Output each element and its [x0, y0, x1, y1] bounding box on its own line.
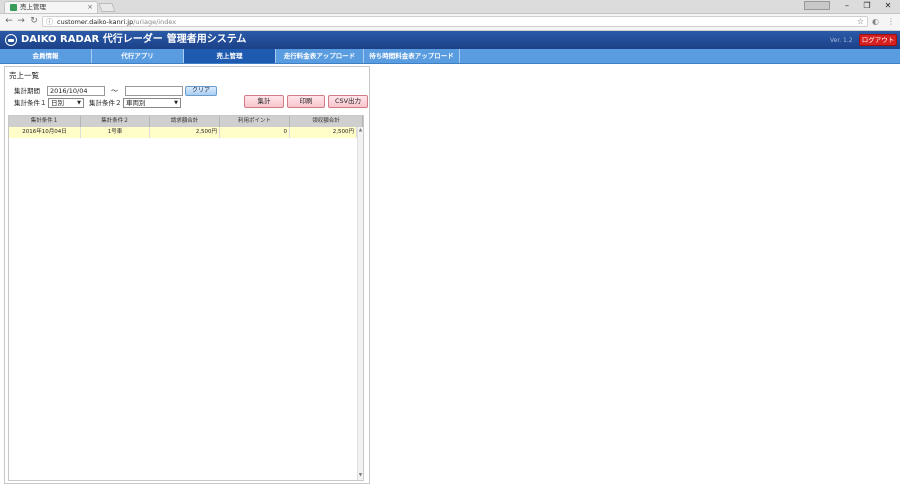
menu-icon[interactable]: ⋮ [887, 17, 895, 27]
period-label: 集計期間 [14, 87, 40, 95]
minimize-button[interactable]: – [836, 0, 858, 12]
info-icon[interactable]: ⓘ [46, 17, 53, 27]
url-host: customer.daiko-kanri.jp [57, 18, 134, 26]
browser-toolbar: ← → ↻ ⓘ customer.daiko-kanri.jp/uriage/i… [0, 14, 900, 31]
tab-title: 売上管理 [20, 3, 46, 11]
condition1-value: 日別 [51, 99, 64, 107]
url-path: /uriage/index [133, 18, 177, 26]
table-header: 集計条件１ 集計条件２ 請求額合計 利用ポイント 領収額合計 [9, 116, 363, 127]
table-cell: 2016年10月04日 [9, 127, 81, 138]
date-from-input[interactable]: 2016/10/04 [47, 86, 105, 96]
main-nav: 会員情報 代行アプリ 売上管理 走行料金表アップロード 待ち時間料金表アップロー… [0, 49, 900, 64]
sales-panel: 売上一覧 集計期間 2016/10/04 〜 クリア 集計条件１ 日別 ▼ 集計… [4, 66, 370, 484]
clear-button[interactable]: クリア [185, 86, 217, 96]
app-title: DAIKO RADAR 代行レーダー 管理者用システム [21, 31, 246, 49]
table-cell: 0 [220, 127, 290, 138]
column-header[interactable]: 集計条件２ [81, 116, 150, 127]
condition2-label: 集計条件２ [89, 99, 122, 107]
nav-item-fare-upload[interactable]: 走行料金表アップロード [276, 49, 364, 63]
tab-close-icon[interactable]: × [87, 2, 93, 13]
column-header[interactable]: 集計条件１ [9, 116, 81, 127]
logout-button[interactable]: ログアウト [859, 34, 897, 46]
nav-item-app[interactable]: 代行アプリ [92, 49, 184, 63]
column-header[interactable]: 請求額合計 [150, 116, 220, 127]
print-button[interactable]: 印刷 [287, 95, 325, 108]
close-window-button[interactable]: ✕ [877, 0, 899, 12]
app-title-main: DAIKO RADAR 代行レーダー [21, 34, 163, 45]
condition1-label: 集計条件１ [14, 99, 47, 107]
condition2-select[interactable]: 車両別 ▼ [123, 98, 181, 108]
url-text: customer.daiko-kanri.jp/uriage/index [57, 17, 176, 27]
scroll-up-icon[interactable]: ▲ [358, 128, 363, 134]
bookmark-star-icon[interactable]: ☆ [857, 17, 864, 27]
condition2-value: 車両別 [126, 99, 146, 107]
reload-icon[interactable]: ↻ [28, 15, 40, 28]
car-logo-icon [5, 34, 17, 46]
table-scrollbar[interactable]: ▲ ▼ [357, 127, 363, 480]
sales-table: 集計条件１ 集計条件２ 請求額合計 利用ポイント 領収額合計 2016年10月0… [8, 115, 364, 481]
profile-button[interactable] [804, 1, 830, 10]
app-header: DAIKO RADAR 代行レーダー 管理者用システム Ver. 1.2 ログアウ… [0, 31, 900, 49]
condition1-select[interactable]: 日別 ▼ [48, 98, 84, 108]
nav-item-wait-fare-upload[interactable]: 待ち時間料金表アップロード [364, 49, 460, 63]
range-separator: 〜 [111, 87, 118, 95]
csv-export-button[interactable]: CSV出力 [328, 95, 368, 108]
table-cell: 2,500円 [290, 127, 357, 138]
new-tab-button[interactable] [98, 3, 116, 12]
favicon-icon [10, 4, 17, 11]
table-cell: 2,500円 [150, 127, 220, 138]
forward-icon[interactable]: → [15, 15, 27, 28]
column-header[interactable]: 領収額合計 [290, 116, 363, 127]
version-label: Ver. 1.2 [830, 37, 853, 44]
date-to-input[interactable] [125, 86, 183, 96]
dropdown-arrow-icon: ▼ [174, 100, 178, 106]
address-bar[interactable]: ⓘ customer.daiko-kanri.jp/uriage/index ☆ [42, 16, 868, 27]
table-cell: 1号車 [81, 127, 150, 138]
column-header[interactable]: 利用ポイント [220, 116, 290, 127]
extension-icon[interactable]: ◐ [872, 17, 879, 27]
dropdown-arrow-icon: ▼ [77, 100, 81, 106]
app-title-sub: 管理者用システム [166, 34, 247, 45]
back-icon[interactable]: ← [3, 15, 15, 28]
page-title: 売上一覧 [9, 71, 39, 80]
scroll-down-icon[interactable]: ▼ [358, 473, 363, 479]
maximize-button[interactable]: ❐ [856, 0, 878, 12]
browser-tab[interactable]: 売上管理 × [4, 1, 98, 13]
table-row[interactable]: 2016年10月04日 1号車 2,500円 0 2,500円 [9, 127, 357, 138]
aggregate-button[interactable]: 集計 [244, 95, 284, 108]
nav-item-sales[interactable]: 売上管理 [184, 49, 276, 63]
browser-tab-strip: 売上管理 × – ❐ ✕ [0, 0, 900, 14]
nav-item-members[interactable]: 会員情報 [0, 49, 92, 63]
